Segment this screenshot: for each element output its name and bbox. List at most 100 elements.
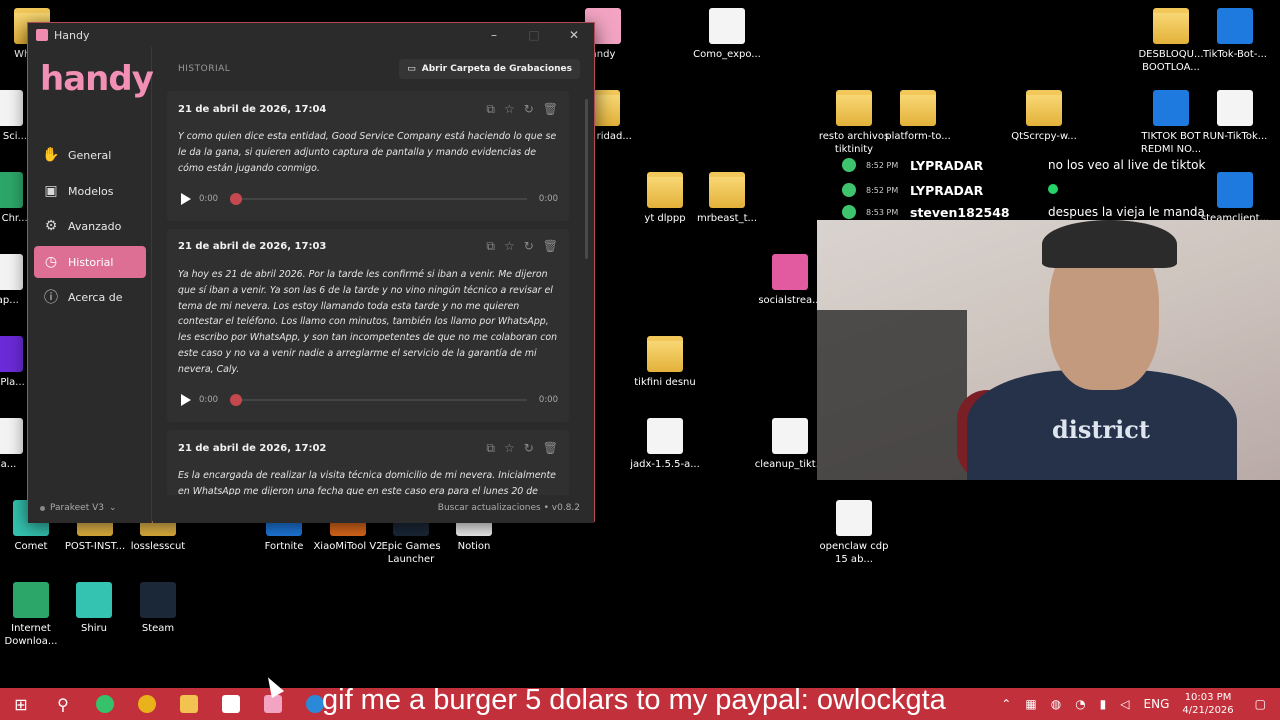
desktop-icon-chrome-owl[interactable]: Ow Chr... — [0, 172, 30, 225]
star-icon[interactable]: ☆ — [504, 239, 515, 254]
retry-icon[interactable]: ↻ — [524, 102, 534, 117]
start-button[interactable]: ⊞ — [0, 688, 42, 720]
file-icon — [709, 8, 745, 44]
sidebar-item-avanzado[interactable]: ⚙ Avanzado — [34, 210, 146, 242]
page-title: HISTORIAL — [178, 64, 231, 74]
microphone-icon[interactable]: ▮ — [1100, 697, 1107, 711]
model-selector[interactable]: Parakeet V3 ⌄ — [40, 503, 117, 513]
trash-icon[interactable]: 🗑 — [543, 441, 558, 456]
seek-handle[interactable] — [230, 192, 243, 205]
powershell-file-icon — [772, 418, 808, 454]
seek-handle[interactable] — [230, 394, 243, 407]
desktop-icon-ca[interactable]: Ca... — [0, 418, 30, 471]
sidebar-item-modelos[interactable]: ▣ Modelos — [34, 175, 146, 207]
desktop-icon-tikfini[interactable]: tikfini desnu — [627, 336, 703, 389]
entry-date: 21 de abril de 2026, 17:02 — [178, 442, 327, 454]
entry-date: 21 de abril de 2026, 17:03 — [178, 241, 327, 253]
chevron-down-icon: ⌄ — [109, 503, 117, 513]
webcam-background-object — [817, 310, 967, 480]
entry-date: 21 de abril de 2026, 17:04 — [178, 103, 327, 115]
title-bar[interactable]: Handy – □ ✕ — [28, 23, 594, 47]
entry-transcription: Y como quien dice esta entidad, Good Ser… — [178, 131, 557, 174]
gear-icon — [1217, 8, 1253, 44]
desktop-icon-platform-tools[interactable]: platform-to... — [880, 90, 956, 143]
trash-icon[interactable]: 🗑 — [543, 102, 558, 117]
copy-icon[interactable]: ⧉ — [486, 102, 495, 117]
trash-icon[interactable]: 🗑 — [543, 239, 558, 254]
audio-player: 0:00 0:00 — [178, 378, 558, 422]
volume-icon[interactable]: ◁ — [1120, 697, 1129, 711]
chevron-up-icon[interactable]: ⌃ — [1001, 697, 1011, 711]
sidebar-item-acerca-de[interactable]: ⓘ Acerca de — [34, 281, 146, 313]
desktop-icon-tiktok-bot[interactable]: TikTok-Bot-... — [1197, 8, 1273, 61]
star-icon[interactable]: ☆ — [504, 102, 515, 117]
audio-seek-bar[interactable] — [230, 192, 527, 205]
network-icon[interactable]: ◍ — [1051, 697, 1061, 711]
webcam-feed: district — [817, 220, 1280, 480]
chip-icon: ▣ — [44, 183, 58, 199]
file-icon — [1217, 90, 1253, 126]
webcam-person-cap — [1042, 220, 1177, 268]
taskbar-notion[interactable] — [210, 688, 252, 720]
open-recordings-folder-button[interactable]: ▭ Abrir Carpeta de Grabaciones — [399, 59, 580, 79]
audio-seek-bar[interactable] — [230, 394, 527, 407]
apps-tray-icon[interactable]: ▦ — [1025, 697, 1036, 711]
star-icon[interactable]: ☆ — [504, 441, 515, 456]
search-button[interactable]: ⚲ — [42, 688, 84, 720]
desktop-icon-qtscrcpy[interactable]: QtScrcpy-w... — [1006, 90, 1082, 143]
wifi-icon[interactable]: ◔ — [1075, 697, 1085, 711]
system-tray: ⌃ ▦ ◍ ◔ ▮ ◁ ENG 10:03 PM 4/21/2026 ▢ — [994, 688, 1280, 720]
refresh-app-icon — [96, 695, 114, 713]
info-icon: ⓘ — [44, 290, 58, 306]
entry-transcription: Ya hoy es 21 de abril 2026. Por la tarde… — [178, 268, 558, 376]
retry-icon[interactable]: ↻ — [524, 239, 534, 254]
chrome-icon — [0, 172, 23, 208]
folder-icon — [900, 90, 936, 126]
desktop-icon-kmplayer[interactable]: KMPla... — [0, 336, 30, 389]
windows-icon: ⊞ — [14, 694, 28, 714]
desktop-icon-pap[interactable]: Pap... — [0, 254, 30, 307]
sidebar-item-historial[interactable]: ◷ Historial — [34, 246, 146, 278]
handy-window: Handy – □ ✕ handy ✋ General ▣ Modelos ⚙ … — [27, 22, 595, 523]
taskbar-app-1[interactable] — [84, 688, 126, 720]
folder-icon — [836, 90, 872, 126]
minimize-button[interactable]: – — [474, 28, 514, 42]
desktop-icon-steam[interactable]: Steam — [120, 582, 196, 635]
history-entry: 21 de abril de 2026, 17:03 ⧉ ☆ ↻ 🗑 Ya ho… — [167, 228, 569, 423]
play-icon[interactable] — [181, 192, 191, 205]
audio-player: 0:00 0:00 — [178, 177, 558, 221]
copy-icon[interactable]: ⧉ — [486, 239, 495, 254]
close-button[interactable]: ✕ — [554, 28, 594, 42]
maximize-button[interactable]: □ — [514, 28, 554, 42]
hand-icon: ✋ — [42, 147, 60, 163]
file-icon — [0, 254, 23, 290]
history-list[interactable]: 21 de abril de 2026, 17:04 ⧉ ☆ ↻ 🗑 Y com… — [167, 91, 569, 495]
desktop-icon-como-expo[interactable]: Como_expo... — [689, 8, 765, 61]
check-updates-link[interactable]: Buscar actualizaciones — [438, 503, 541, 513]
sidebar: handy ✋ General ▣ Modelos ⚙ Avanzado ◷ H… — [28, 47, 154, 523]
desktop-icon-run-tiktok[interactable]: RUN-TikTok... — [1197, 90, 1273, 143]
copy-icon[interactable]: ⧉ — [486, 441, 495, 456]
history-entry: 21 de abril de 2026, 17:02 ⧉ ☆ ↻ 🗑 Es la… — [167, 430, 569, 495]
desktop-icon-steamclient[interactable]: steamclient... — [1197, 172, 1273, 225]
stream-marquee-text: gif me a burger 5 dolars to my paypal: o… — [322, 684, 946, 716]
handy-logo: handy — [40, 59, 154, 99]
file-icon — [0, 418, 23, 454]
retry-icon[interactable]: ↻ — [524, 441, 534, 456]
scrollbar[interactable] — [585, 99, 588, 259]
play-icon[interactable] — [181, 394, 191, 407]
desktop-icon-jadx[interactable]: jadx-1.5.5-a... — [627, 418, 703, 471]
desktop-icon-openclaw[interactable]: openclaw cdp 15 ab... — [816, 500, 892, 566]
desktop-icon-mrbeast[interactable]: mrbeast_t... — [689, 172, 765, 225]
taskbar-chrome[interactable] — [126, 688, 168, 720]
clock[interactable]: 10:03 PM 4/21/2026 — [1182, 691, 1233, 717]
download-manager-icon — [13, 582, 49, 618]
desktop: What... andy Como_expo... DESBLOQU... BO… — [0, 0, 1280, 688]
sidebar-item-general[interactable]: ✋ General — [34, 139, 146, 171]
taskbar-file-explorer[interactable] — [168, 688, 210, 720]
notification-icon[interactable]: ▢ — [1255, 697, 1266, 711]
desktop-icon-los-sci[interactable]: Los Sci... — [0, 90, 30, 143]
handy-app-icon — [36, 29, 48, 41]
shiru-icon — [76, 582, 112, 618]
language-indicator[interactable]: ENG — [1144, 697, 1170, 711]
